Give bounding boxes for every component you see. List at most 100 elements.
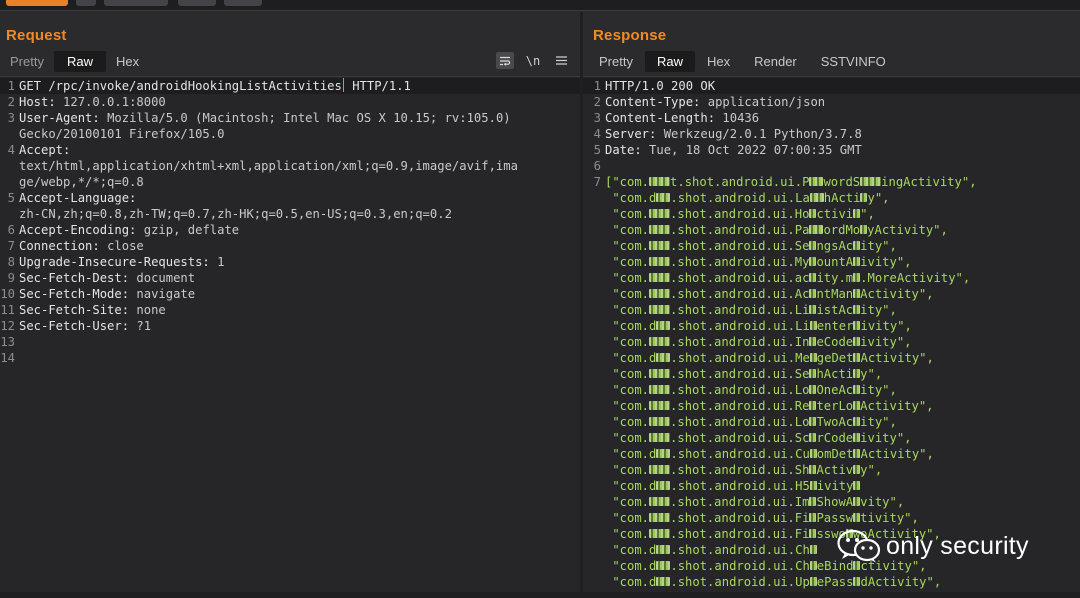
- json-string: ivity: [816, 479, 854, 493]
- code-text: 1: [217, 255, 225, 269]
- json-string: "com.: [605, 271, 650, 285]
- line-content: "com. .shot.android.ui.Li istAc ity",: [605, 302, 897, 318]
- redacted-text: [853, 257, 861, 266]
- line-content: Accept:: [19, 142, 70, 158]
- code-line: zh-CN,zh;q=0.8,zh-TW;q=0.7,zh-HK;q=0.5,e…: [0, 206, 580, 222]
- line-number: [583, 318, 605, 334]
- response-editor[interactable]: 1 HTTP/1.0 200 OK 2 Content-Type: applicati…: [583, 76, 1080, 598]
- line-content: "com.d .shot.android.ui.H5 ivity: [605, 478, 861, 494]
- json-string: "com.d: [605, 351, 657, 365]
- redacted-text: [853, 353, 861, 362]
- redacted-text: [809, 417, 817, 426]
- tab-raw[interactable]: Raw: [53, 51, 106, 72]
- redacted-text: [656, 545, 671, 554]
- json-string: ShowA: [816, 495, 854, 509]
- json-string: rCode: [816, 431, 854, 445]
- line-content: "com. .shot.android.ui.Fi Passw tivity",: [605, 510, 919, 526]
- code-line: "com. .shot.android.ui.In eCode ivity",: [583, 334, 1080, 350]
- line-content: "com.d .shot.android.ui.Up ePass dActivity"…: [605, 574, 941, 590]
- line-content: "com. .shot.android.ui.Re terLo Activity",: [605, 398, 933, 414]
- code-line: 1 HTTP/1.0 200 OK: [583, 78, 1080, 94]
- show-newlines-toggle[interactable]: \n: [524, 52, 542, 69]
- json-string: .shot.android.ui.ac: [670, 271, 810, 285]
- redacted-text: [853, 513, 861, 522]
- tab-pretty[interactable]: Pretty: [587, 51, 645, 72]
- json-string: hActi: [823, 191, 861, 205]
- redacted-text: [649, 305, 671, 314]
- tab-hex[interactable]: Hex: [106, 51, 149, 72]
- code-line: "com. .shot.android.ui.Ho ctivi ",: [583, 206, 1080, 222]
- line-content: "com. .shot.android.ui.Pa ordMo yActivity",: [605, 222, 948, 238]
- redacted-text: [649, 289, 671, 298]
- redacted-text: [853, 209, 861, 218]
- code-text: GET /rpc/invoke/androidHookingListActivi…: [19, 79, 342, 93]
- line-content: Content-Length: 10436: [605, 110, 759, 126]
- request-code: 1 GET /rpc/invoke/androidHookingListActiv…: [0, 77, 580, 366]
- redacted-text: [809, 225, 824, 234]
- tab-hex[interactable]: Hex: [695, 51, 742, 72]
- line-number: 4: [7, 143, 15, 157]
- line-content: text/html,application/xhtml+xml,applicat…: [19, 158, 518, 174]
- toolbar-button-stub[interactable]: [76, 0, 96, 6]
- redacted-text: [656, 449, 671, 458]
- line-number: 7: [7, 239, 15, 253]
- toolbar-button-stub[interactable]: [224, 0, 262, 6]
- json-string: "com.: [605, 335, 650, 349]
- header-name: Accept:: [19, 143, 71, 157]
- json-string: terLo: [816, 399, 854, 413]
- line-content: "com. .shot.android.ui.Im ShowA vity",: [605, 494, 904, 510]
- toolbar-button-stub[interactable]: [178, 0, 216, 6]
- json-string: ",: [860, 207, 875, 221]
- json-string: y",: [867, 191, 890, 205]
- redacted-text: [853, 305, 861, 314]
- tab-sstvinfo[interactable]: SSTVINFO: [809, 51, 898, 72]
- redacted-text: [656, 561, 671, 570]
- line-content: Sec-Fetch-User: ?1: [19, 318, 151, 334]
- line-content: "com. .shot.android.ui.Se hActi y",: [605, 366, 882, 382]
- json-string: .shot.android.ui.Sc: [670, 431, 810, 445]
- header-name: Content-Length:: [605, 111, 723, 125]
- redacted-text: [809, 177, 824, 186]
- json-string: .shot.android.ui.Ho: [670, 207, 810, 221]
- line-number: 5: [7, 191, 15, 205]
- code-text: zh-CN,zh;q=0.8,zh-TW;q=0.7,zh-HK;q=0.5,e…: [19, 207, 452, 221]
- send-button-stub[interactable]: [6, 0, 68, 6]
- json-string: "com.: [605, 511, 650, 525]
- code-line: 5 Accept-Language:: [0, 190, 580, 206]
- json-string: "com.: [605, 463, 650, 477]
- tab-render[interactable]: Render: [742, 51, 809, 72]
- toolbar-button-stub[interactable]: [104, 0, 168, 6]
- code-line: 9 Sec-Fetch-Dest: document: [0, 270, 580, 286]
- hamburger-icon: [555, 56, 567, 65]
- menu-icon[interactable]: [552, 52, 570, 69]
- wrap-lines-icon[interactable]: [496, 52, 514, 69]
- json-string: "com.: [605, 415, 650, 429]
- json-string: .MoreActivity",: [860, 271, 971, 285]
- response-title: Response: [593, 27, 667, 44]
- json-string: "com.d: [605, 543, 657, 557]
- tab-pretty[interactable]: Pretty: [0, 51, 54, 72]
- tab-raw[interactable]: Raw: [644, 51, 695, 72]
- line-number: [583, 430, 605, 446]
- code-line: "com.d .shot.android.ui.Cu omDet Activity",: [583, 446, 1080, 462]
- line-content: Sec-Fetch-Dest: document: [19, 270, 195, 286]
- code-line: 2 Content-Type: application/json: [583, 94, 1080, 110]
- redacted-text: [853, 273, 861, 282]
- json-string: istAc: [816, 303, 854, 317]
- redacted-text: [649, 513, 671, 522]
- code-line: "com. .shot.android.ui.My ountA ivity",: [583, 254, 1080, 270]
- line-number: [583, 206, 605, 222]
- request-editor[interactable]: 1 GET /rpc/invoke/androidHookingListActiv…: [0, 76, 580, 598]
- json-string: "com.d: [605, 575, 657, 589]
- line-content: "com.d .shot.android.ui.Li enter ivity",: [605, 318, 912, 334]
- json-string: .shot.android.ui.Fi: [670, 511, 810, 525]
- redacted-text: [649, 433, 671, 442]
- redacted-text: [853, 385, 861, 394]
- json-string: dActivity",: [860, 575, 942, 589]
- json-string: ordMo: [823, 223, 861, 237]
- redacted-text: [809, 209, 817, 218]
- code-line: "com.d .shot.android.ui.La hActi y",: [583, 190, 1080, 206]
- redacted-text: [656, 321, 671, 330]
- json-string: TwoAc: [816, 415, 854, 429]
- json-string: omDet: [816, 447, 854, 461]
